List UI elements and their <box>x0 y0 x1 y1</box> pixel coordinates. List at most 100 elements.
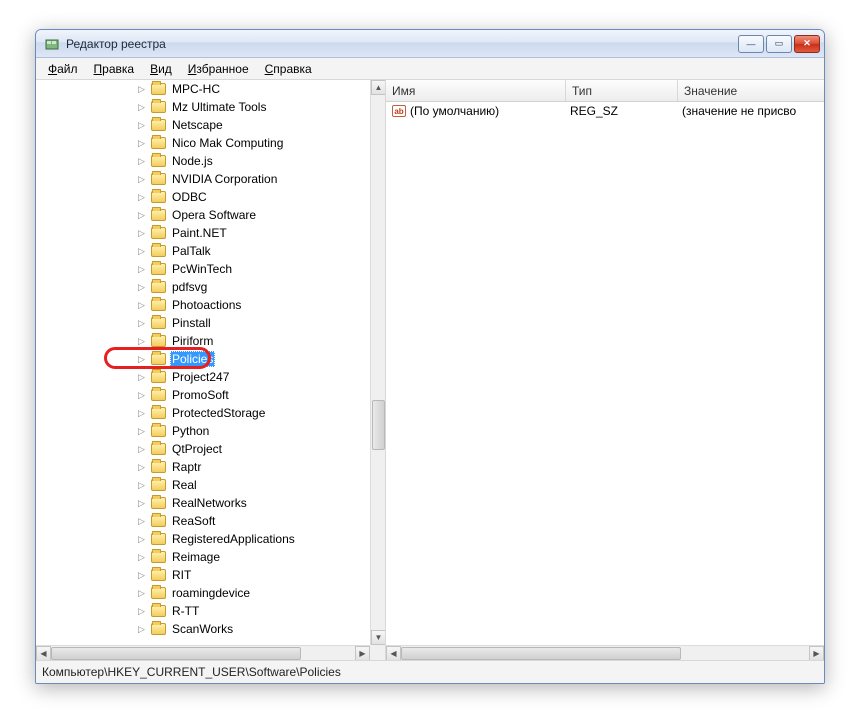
tree-node[interactable]: ▷ Policies <box>36 350 370 368</box>
value-row[interactable]: ab (По умолчанию) REG_SZ (значение не пр… <box>386 102 824 120</box>
tree-node[interactable]: ▷ProtectedStorage <box>36 404 370 422</box>
expand-icon[interactable]: ▷ <box>136 84 147 95</box>
tree-node-label: QtProject <box>170 441 224 457</box>
expand-icon[interactable]: ▷ <box>136 264 147 275</box>
expand-icon[interactable]: ▷ <box>136 372 147 383</box>
values-header[interactable]: Имя Тип Значение <box>386 80 824 102</box>
close-button[interactable]: ✕ <box>794 35 820 53</box>
expand-icon[interactable]: ▷ <box>136 552 147 563</box>
tree-node[interactable]: ▷RIT <box>36 566 370 584</box>
tree-node-label: Netscape <box>170 117 225 133</box>
expand-icon[interactable]: ▷ <box>136 444 147 455</box>
tree-node[interactable]: ▷Real <box>36 476 370 494</box>
tree-node[interactable]: ▷Pinstall <box>36 314 370 332</box>
list-hscrollbar[interactable]: ◀ ▶ <box>386 645 824 660</box>
expand-icon[interactable]: ▷ <box>136 498 147 509</box>
folder-icon <box>151 353 166 365</box>
tree-node[interactable]: ▷ Python <box>36 422 370 440</box>
tree-node[interactable]: ▷ MPC-HC <box>36 80 370 98</box>
expand-icon[interactable]: ▷ <box>136 426 147 437</box>
tree-node[interactable]: ▷roamingdevice <box>36 584 370 602</box>
expand-icon[interactable]: ▷ <box>136 300 147 311</box>
tree-node[interactable]: ▷Nico Mak Computing <box>36 134 370 152</box>
tree-node[interactable]: ▷Node.js <box>36 152 370 170</box>
tree-node[interactable]: ▷NVIDIA Corporation <box>36 170 370 188</box>
tree-node[interactable]: ▷ Netscape <box>36 116 370 134</box>
col-value[interactable]: Значение <box>678 80 824 101</box>
menu-edit[interactable]: Правка <box>86 60 143 78</box>
expand-icon[interactable]: ▷ <box>136 354 147 365</box>
expand-icon[interactable]: ▷ <box>136 318 147 329</box>
tree-node[interactable]: ▷Opera Software <box>36 206 370 224</box>
list-hscroll-thumb[interactable] <box>401 647 681 660</box>
expand-icon[interactable]: ▷ <box>136 138 147 149</box>
expand-icon[interactable]: ▷ <box>136 390 147 401</box>
expand-icon[interactable]: ▷ <box>136 624 147 635</box>
tree-node[interactable]: ▷PcWinTech <box>36 260 370 278</box>
menu-view[interactable]: Вид <box>142 60 180 78</box>
content-area: ▷MPC-HC▷Mz Ultimate Tools▷Netscape▷Nico … <box>36 80 824 661</box>
expand-icon[interactable]: ▷ <box>136 210 147 221</box>
expand-icon[interactable]: ▷ <box>136 336 147 347</box>
values-list[interactable]: ab (По умолчанию) REG_SZ (значение не пр… <box>386 102 824 660</box>
scroll-right-button[interactable]: ▶ <box>355 646 370 661</box>
tree-node-label: Policies <box>170 351 215 367</box>
scroll-down-button[interactable]: ▼ <box>371 630 385 645</box>
tree-hscroll-thumb[interactable] <box>51 647 301 660</box>
menu-file[interactable]: Файл <box>40 60 86 78</box>
expand-icon[interactable]: ▷ <box>136 102 147 113</box>
tree-node-label: Reimage <box>170 549 222 565</box>
scroll-left-button[interactable]: ◀ <box>36 646 51 661</box>
expand-icon[interactable]: ▷ <box>136 120 147 131</box>
expand-icon[interactable]: ▷ <box>136 246 147 257</box>
tree-node[interactable]: ▷RealNetworks <box>36 494 370 512</box>
expand-icon[interactable]: ▷ <box>136 174 147 185</box>
tree-node[interactable]: ▷ScanWorks <box>36 620 370 638</box>
expand-icon[interactable]: ▷ <box>136 156 147 167</box>
tree-vscroll-thumb[interactable] <box>372 400 385 450</box>
expand-icon[interactable]: ▷ <box>136 192 147 203</box>
tree-node[interactable]: ▷Paint.NET <box>36 224 370 242</box>
tree-node-label: MPC-HC <box>170 81 222 97</box>
scroll-right-button[interactable]: ▶ <box>809 646 824 661</box>
minimize-button[interactable]: — <box>738 35 764 53</box>
folder-icon <box>151 371 166 383</box>
scroll-up-button[interactable]: ▲ <box>371 80 385 95</box>
tree-node[interactable]: ▷Piriform <box>36 332 370 350</box>
tree-node[interactable]: ▷ Reimage <box>36 548 370 566</box>
tree-hscrollbar[interactable]: ◀ ▶ <box>36 645 370 660</box>
expand-icon[interactable]: ▷ <box>136 588 147 599</box>
titlebar[interactable]: Редактор реестра — ▭ ✕ <box>36 30 824 58</box>
expand-icon[interactable]: ▷ <box>136 534 147 545</box>
menu-favorites[interactable]: Избранное <box>180 60 257 78</box>
registry-tree[interactable]: ▷MPC-HC▷Mz Ultimate Tools▷Netscape▷Nico … <box>36 80 370 645</box>
tree-vscrollbar[interactable]: ▲ ▼ <box>370 80 385 645</box>
expand-icon[interactable]: ▷ <box>136 606 147 617</box>
tree-node[interactable]: ▷PromoSoft <box>36 386 370 404</box>
expand-icon[interactable]: ▷ <box>136 570 147 581</box>
expand-icon[interactable]: ▷ <box>136 480 147 491</box>
scroll-left-button[interactable]: ◀ <box>386 646 401 661</box>
col-name[interactable]: Имя <box>386 80 566 101</box>
tree-node[interactable]: ▷R-TT <box>36 602 370 620</box>
tree-node-label: Python <box>170 423 211 439</box>
tree-node[interactable]: ▷RegisteredApplications <box>36 530 370 548</box>
expand-icon[interactable]: ▷ <box>136 516 147 527</box>
tree-node[interactable]: ▷Mz Ultimate Tools <box>36 98 370 116</box>
tree-node[interactable]: ▷ODBC <box>36 188 370 206</box>
expand-icon[interactable]: ▷ <box>136 282 147 293</box>
tree-node[interactable]: ▷ QtProject <box>36 440 370 458</box>
tree-node[interactable]: ▷Project247 <box>36 368 370 386</box>
tree-node[interactable]: ▷pdfsvg <box>36 278 370 296</box>
menu-help[interactable]: Справка <box>257 60 320 78</box>
tree-node[interactable]: ▷Photoactions <box>36 296 370 314</box>
tree-node[interactable]: ▷Raptr <box>36 458 370 476</box>
tree-node[interactable]: ▷ReaSoft <box>36 512 370 530</box>
folder-icon <box>151 569 166 581</box>
expand-icon[interactable]: ▷ <box>136 462 147 473</box>
expand-icon[interactable]: ▷ <box>136 228 147 239</box>
expand-icon[interactable]: ▷ <box>136 408 147 419</box>
tree-node[interactable]: ▷PalTalk <box>36 242 370 260</box>
maximize-button[interactable]: ▭ <box>766 35 792 53</box>
col-type[interactable]: Тип <box>566 80 678 101</box>
